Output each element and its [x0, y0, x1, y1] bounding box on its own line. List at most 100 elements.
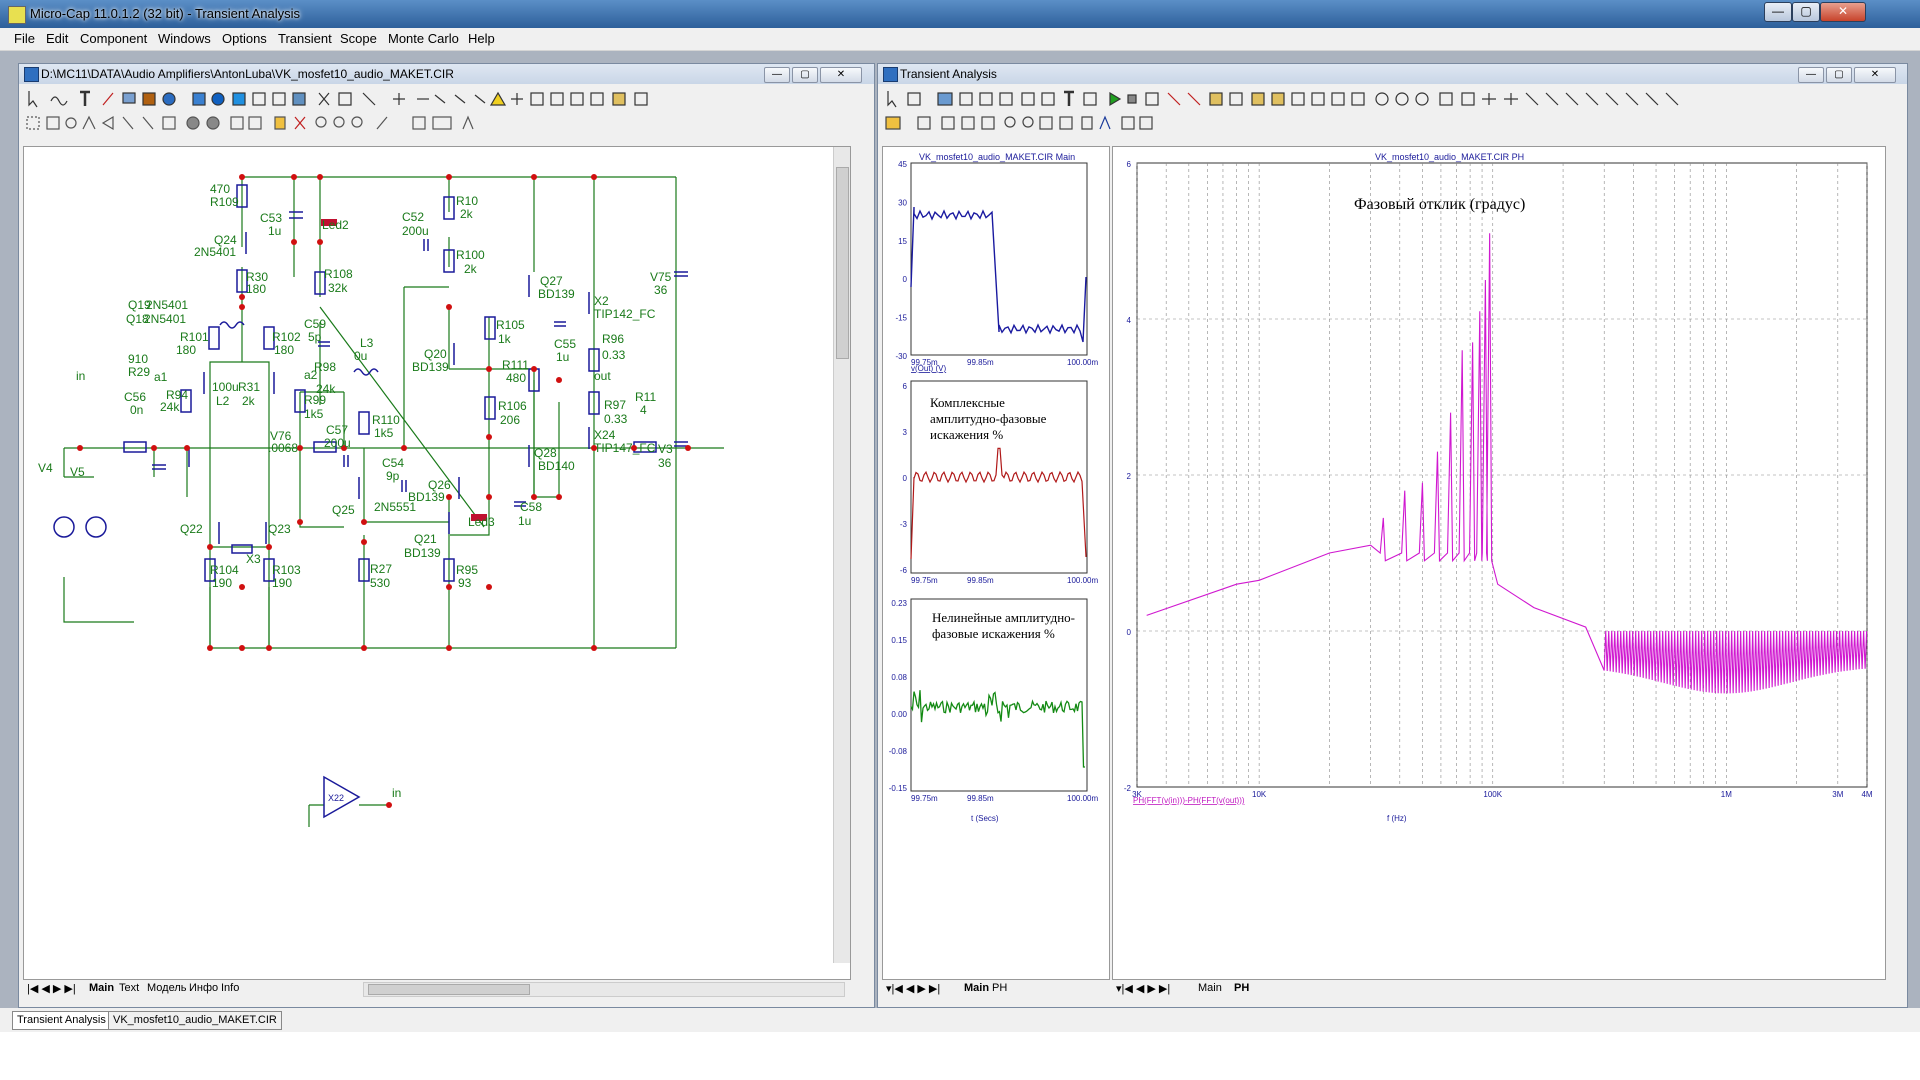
schem-label: R111: [502, 358, 529, 372]
x-tick-label: 100.00m: [1067, 358, 1098, 367]
schem-label: V75: [650, 270, 672, 284]
schematic-toolbar-icons-1[interactable]: [23, 87, 868, 111]
transient-restore-button[interactable]: ▢: [1826, 67, 1852, 83]
transient-right-plot[interactable]: VK_mosfet10_audio_MAKET.CIR PH 6 4 2 0 -2 3K 1…: [1112, 146, 1886, 980]
y-tick-label: -3: [900, 520, 908, 529]
minimize-button[interactable]: —: [1764, 2, 1792, 22]
transient-close-button[interactable]: ✕: [1854, 67, 1896, 83]
plot4-xlabel: f (Hz): [1387, 814, 1407, 823]
right-tab-nav-arrows[interactable]: ▾|◀ ◀ ▶ ▶|: [1116, 982, 1170, 995]
x-tick-label: 1M: [1721, 790, 1732, 799]
left-tab-nav-arrows[interactable]: ▾|◀ ◀ ▶ ▶|: [886, 982, 940, 995]
schem-label: R102: [272, 330, 301, 344]
right-tab-main[interactable]: Main: [1198, 982, 1222, 994]
schem-label: C53: [260, 211, 282, 225]
schem-label: C52: [402, 210, 424, 224]
schem-label: 0.33: [602, 348, 626, 362]
schematic-hscroll-thumb[interactable]: [368, 984, 530, 995]
x-tick-label: 99.75m: [911, 576, 938, 585]
doc-tab-transient[interactable]: Transient Analysis: [12, 1011, 111, 1030]
x-tick-label: 3M: [1832, 790, 1843, 799]
schematic-tab-strip: |◀ ◀ ▶ ▶| Main Text Модель Инфо Info: [23, 980, 849, 998]
plot3-annotation: Нелинейные амплитудно-: [932, 610, 1075, 625]
schem-label: 1u: [556, 350, 569, 364]
schematic-horizontal-scrollbar[interactable]: [363, 982, 845, 997]
schem-label: R108: [324, 267, 353, 281]
menu-help[interactable]: Help: [468, 31, 495, 46]
transient-title-bar: Transient Analysis — ▢ ✕: [878, 64, 1907, 84]
schematic-scroll-thumb[interactable]: [836, 167, 849, 359]
transient-minimize-button[interactable]: —: [1798, 67, 1824, 83]
y-tick-label: 0.15: [891, 636, 907, 645]
schem-label: R29: [128, 365, 150, 379]
tab-nav-arrows[interactable]: |◀ ◀ ▶ ▶|: [27, 982, 76, 995]
tab-model[interactable]: Модель: [147, 982, 186, 994]
schematic-toolbar-icons-2[interactable]: [23, 111, 868, 135]
schem-label: 1k5: [374, 426, 394, 440]
schem-label: 36: [658, 456, 672, 470]
app-icon: [8, 6, 26, 24]
menu-scope[interactable]: Scope: [340, 31, 377, 46]
schematic-drawing[interactable]: 470 R109 C53 1u Led2 Q24 2N5401 R30 180 …: [24, 147, 850, 979]
y-tick-label: 2: [1127, 472, 1132, 481]
tab-text[interactable]: Text: [119, 982, 139, 994]
menu-windows[interactable]: Windows: [158, 31, 211, 46]
left-plots-svg[interactable]: VK_mosfet10_audio_MAKET.CIR Main 4530150…: [883, 147, 1109, 979]
schem-label: 2N5401: [144, 312, 186, 326]
schem-label: X2: [594, 294, 609, 308]
source-v4-icon: [53, 516, 75, 538]
menu-file[interactable]: File: [14, 31, 35, 46]
left-tab-main[interactable]: Main: [964, 982, 989, 994]
schem-label: X24: [594, 428, 616, 442]
menu-transient[interactable]: Transient: [278, 31, 332, 46]
tab-main[interactable]: Main: [89, 982, 114, 994]
menu-options[interactable]: Options: [222, 31, 267, 46]
left-tab-ph[interactable]: PH: [992, 982, 1007, 994]
schem-label: 200u: [324, 436, 351, 450]
menu-component[interactable]: Component: [80, 31, 147, 46]
document-tabs: Transient Analysis VK_mosfet10_audio_MAK…: [0, 1008, 1920, 1032]
menu-monte-carlo[interactable]: Monte Carlo: [388, 31, 459, 46]
right-plot-svg[interactable]: VK_mosfet10_audio_MAKET.CIR PH 6420-23K 1…: [1113, 147, 1885, 979]
schem-label: .0068: [268, 441, 298, 455]
schem-label: 200u: [402, 224, 429, 238]
right-tab-ph[interactable]: PH: [1234, 982, 1249, 994]
schem-label: X3: [246, 552, 261, 566]
schem-label: C59: [304, 317, 326, 331]
x-tick-label: 10K: [1252, 790, 1267, 799]
schem-label: R31: [238, 380, 260, 394]
close-button[interactable]: ✕: [1820, 2, 1866, 22]
schem-label: 4: [640, 403, 647, 417]
y-tick-label: 0: [1127, 628, 1132, 637]
transient-left-plots[interactable]: VK_mosfet10_audio_MAKET.CIR Main 45 30 15 0…: [882, 146, 1110, 980]
doc-tab-circuit[interactable]: VK_mosfet10_audio_MAKET.CIR: [108, 1011, 282, 1030]
menu-bar: File Edit Component Windows Options Tran…: [0, 28, 1920, 51]
schematic-close-button[interactable]: ✕: [820, 67, 862, 83]
schematic-canvas[interactable]: 470 R109 C53 1u Led2 Q24 2N5401 R30 180 …: [23, 146, 851, 980]
maximize-button[interactable]: ▢: [1792, 2, 1820, 22]
tab-info-ru[interactable]: Инфо: [189, 982, 218, 994]
schem-label: R106: [498, 399, 527, 413]
schematic-minimize-button[interactable]: —: [764, 67, 790, 83]
transient-title: Transient Analysis: [900, 67, 997, 81]
schem-label: BD140: [538, 459, 575, 473]
schem-label: C56: [124, 390, 146, 404]
schem-label: R100: [456, 248, 485, 262]
transient-toolbar-icons-1[interactable]: [882, 87, 1902, 111]
schem-label: R95: [456, 563, 478, 577]
y-tick-label: -30: [895, 352, 907, 361]
y-tick-label: -6: [900, 566, 908, 575]
schem-label: R27: [370, 562, 392, 576]
menu-edit[interactable]: Edit: [46, 31, 68, 46]
x-tick-label: 4M: [1861, 790, 1872, 799]
schem-label: 2N5551: [374, 500, 416, 514]
tab-info[interactable]: Info: [221, 982, 239, 994]
schem-label: a2: [304, 368, 318, 382]
schem-label: V3: [658, 442, 673, 456]
schem-label: in: [76, 369, 85, 383]
schematic-restore-button[interactable]: ▢: [792, 67, 818, 83]
schem-label: 1u: [518, 514, 531, 528]
transient-toolbar-icons-2[interactable]: [882, 111, 1902, 135]
schematic-vertical-scrollbar[interactable]: [833, 147, 850, 963]
transient-window-icon: [883, 67, 898, 82]
